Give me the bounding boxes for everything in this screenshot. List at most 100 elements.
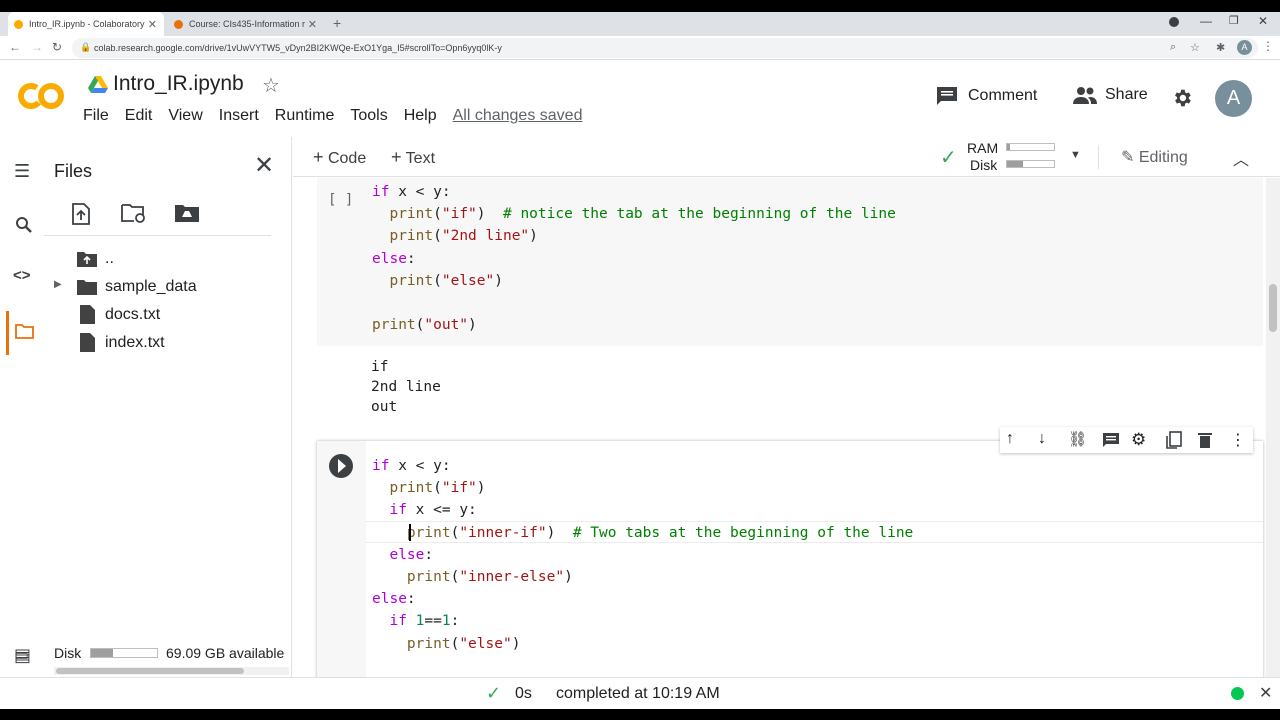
add-text-label: Text — [405, 150, 436, 167]
star-icon[interactable]: ☆ — [262, 73, 280, 98]
execution-status-message[interactable]: completed at 10:19 AM — [556, 685, 720, 703]
disk-toolbar-meter-fill — [1007, 161, 1023, 167]
menu-runtime[interactable]: Runtime — [275, 107, 335, 125]
close-tab-icon[interactable]: ✕ — [148, 18, 157, 31]
zoom-icon[interactable]: ⌕ — [1170, 41, 1176, 54]
disk-label: Disk — [54, 645, 82, 661]
delete-cell-icon[interactable] — [1195, 430, 1215, 450]
close-window-icon[interactable]: ✕ — [1258, 14, 1268, 28]
disk-toolbar-meter[interactable] — [1006, 160, 1055, 168]
people-icon — [1073, 87, 1097, 104]
move-cell-down-icon[interactable]: ↓ — [1038, 430, 1058, 450]
upload-file-icon[interactable] — [71, 203, 91, 225]
omnibox[interactable]: 🔒 colab.research.google.com/drive/1vUwVY… — [72, 38, 1258, 58]
browser-menu-icon[interactable]: ⋮ — [1262, 39, 1274, 53]
close-status-icon[interactable]: ✕ — [1259, 683, 1272, 703]
ram-label: RAM — [967, 140, 999, 156]
resources-dropdown-icon[interactable]: ▼ — [1070, 149, 1081, 161]
notebook-scroll-thumb[interactable] — [1269, 284, 1277, 332]
menu-help[interactable]: Help — [404, 107, 437, 125]
comment-button[interactable]: Comment — [936, 86, 1037, 106]
run-cell-button[interactable] — [329, 454, 353, 478]
notebook-scrollbar[interactable] — [1266, 178, 1280, 677]
browser-tab-course[interactable]: Course: CIs435-Information retrie ✕ — [168, 12, 324, 36]
tab-title: Course: CIs435-Information retrie — [189, 19, 305, 29]
disk-toolbar-label: Disk — [970, 157, 998, 173]
add-text-button[interactable]: + Text — [391, 147, 435, 168]
code-editor-1[interactable]: if x < y: print("if") # notice the tab a… — [372, 181, 896, 336]
settings-gear-icon[interactable] — [1171, 87, 1193, 109]
back-icon[interactable]: ← — [9, 40, 21, 54]
add-code-button[interactable]: + Code — [313, 147, 366, 168]
folder-icon[interactable] — [77, 279, 97, 295]
tree-item-index[interactable]: index.txt — [105, 334, 165, 352]
menu-edit[interactable]: Edit — [125, 107, 153, 125]
tab-title: Intro_IR.ipynb - Colaboratory — [29, 19, 145, 29]
close-panel-icon[interactable]: ✕ — [254, 151, 274, 180]
table-of-contents-icon[interactable]: ☰ — [14, 161, 30, 182]
cell-execution-indicator[interactable]: [ ] — [328, 192, 353, 208]
disk-meter — [90, 648, 158, 658]
browser-profile-avatar[interactable]: A — [1237, 40, 1252, 55]
notebook-title[interactable]: Intro_IR.ipynb — [113, 72, 244, 96]
forward-icon[interactable]: → — [31, 40, 43, 54]
comment-icon — [937, 87, 957, 105]
refresh-folder-icon[interactable] — [121, 203, 147, 223]
left-icon-rail: ☰ <> — [0, 137, 44, 677]
mount-drive-icon[interactable] — [174, 203, 200, 223]
horizontal-scrollbar[interactable] — [54, 667, 289, 675]
profile-dot-icon[interactable] — [1169, 17, 1179, 27]
browser-tab-colab[interactable]: Intro_IR.ipynb - Colaboratory ✕ — [8, 12, 164, 36]
user-avatar[interactable]: A — [1215, 80, 1252, 117]
menu-insert[interactable]: Insert — [219, 107, 259, 125]
folder-icon[interactable] — [15, 324, 34, 339]
output-line: 2nd line — [371, 379, 441, 396]
menu-file[interactable]: File — [83, 107, 109, 125]
cell-settings-icon[interactable]: ⚙ — [1131, 430, 1151, 450]
ram-meter[interactable] — [1006, 143, 1055, 151]
colab-logo[interactable] — [17, 78, 65, 114]
save-status-link[interactable]: All changes saved — [453, 107, 583, 125]
extensions-icon[interactable]: ✱ — [1216, 41, 1225, 54]
output-line: out — [371, 399, 398, 416]
link-to-cell-icon[interactable]: ⛓ — [1068, 430, 1088, 450]
parent-folder-icon[interactable] — [77, 251, 97, 267]
new-tab-icon[interactable]: + — [333, 15, 341, 31]
tree-item-sample-data[interactable]: sample_data — [105, 278, 197, 296]
share-button[interactable]: Share — [1072, 86, 1148, 104]
mirror-cell-icon[interactable] — [1164, 430, 1184, 450]
maximize-icon[interactable]: ❐ — [1229, 14, 1239, 27]
tree-item-docs[interactable]: docs.txt — [105, 306, 160, 324]
play-icon — [338, 459, 346, 473]
execution-duration: 0s — [515, 685, 532, 702]
more-options-icon[interactable]: ⋮ — [1230, 430, 1250, 450]
menu-view[interactable]: View — [168, 107, 202, 125]
browser-tab-strip: Intro_IR.ipynb - Colaboratory ✕ Course: … — [0, 12, 1280, 36]
comment-label: Comment — [968, 87, 1038, 104]
notebook-toolbar: + Code + Text ✓ RAM Disk ▼ ✎ Editing ︿ — [293, 137, 1280, 177]
ram-meter-fill — [1007, 144, 1010, 150]
file-icon[interactable] — [80, 333, 95, 352]
minimize-icon[interactable]: — — [1200, 14, 1212, 28]
success-check-icon: ✓ — [486, 683, 502, 703]
collapse-header-icon[interactable]: ︿ — [1233, 146, 1249, 170]
divider — [44, 235, 271, 236]
add-comment-icon[interactable] — [1101, 430, 1121, 450]
divider — [1098, 145, 1099, 169]
file-icon[interactable] — [80, 305, 95, 324]
cell-toolbar: ↑ ↓ ⛓ ⚙ ⋮ — [1000, 427, 1253, 453]
close-tab-icon[interactable]: ✕ — [308, 18, 317, 31]
expand-arrow-icon[interactable]: ▶ — [54, 279, 62, 290]
bookmark-star-icon[interactable]: ☆ — [1190, 41, 1200, 54]
horizontal-scroll-thumb[interactable] — [56, 668, 244, 674]
reload-icon[interactable]: ↻ — [52, 40, 62, 54]
menu-tools[interactable]: Tools — [350, 107, 387, 125]
terminal-icon[interactable]: ▤ — [14, 645, 31, 666]
editing-mode-button[interactable]: ✎ Editing — [1121, 147, 1188, 167]
move-cell-up-icon[interactable]: ↑ — [1006, 430, 1026, 450]
code-editor-2[interactable]: if x < y: print("if") if x <= y: print("… — [372, 455, 913, 655]
tree-item-parent[interactable]: .. — [105, 250, 114, 268]
search-icon[interactable] — [15, 216, 33, 234]
google-drive-icon[interactable] — [88, 76, 108, 94]
code-snippets-icon[interactable]: <> — [13, 267, 31, 284]
